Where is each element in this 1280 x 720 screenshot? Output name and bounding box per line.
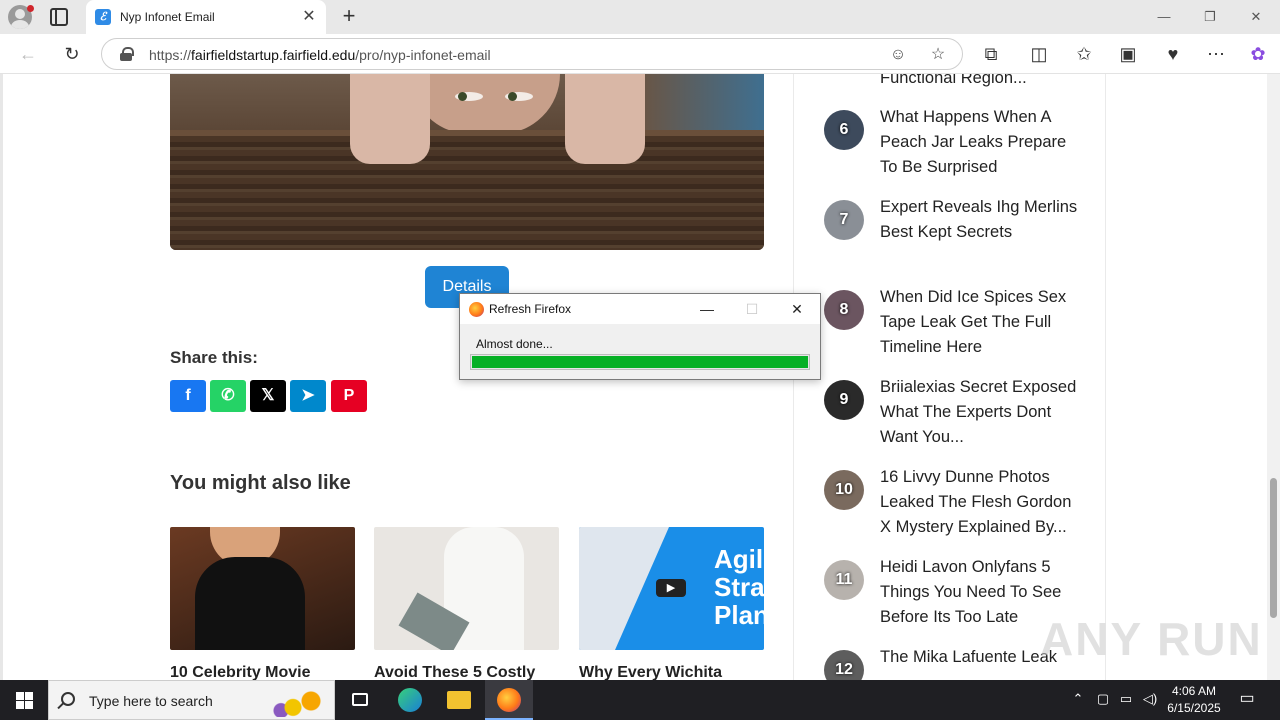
firefox-taskbar-icon[interactable] [485, 680, 533, 720]
collections-icon[interactable]: ▣ [1117, 43, 1139, 65]
rank-badge: 7 [824, 200, 864, 240]
rank-badge: 12 [824, 650, 864, 680]
sidebar-item-title[interactable]: Expert Reveals Ihg Merlins Best Kept Sec… [880, 195, 1080, 245]
related-card-title[interactable]: Why Every Wichita [579, 664, 722, 680]
whatsapp-share-button[interactable]: ✆ [210, 380, 246, 412]
trending-sidebar: Functional Region... 6 What Happens When… [793, 74, 1106, 680]
rank-badge: 10 [824, 470, 864, 510]
sidebar-item-title[interactable]: 16 Livvy Dunne Photos Leaked The Flesh G… [880, 465, 1080, 540]
split-screen-icon[interactable]: ◫ [1028, 43, 1050, 65]
refresh-icon[interactable]: ↻ [61, 43, 83, 65]
lock-icon[interactable] [120, 47, 134, 61]
tab-close-icon[interactable]: ✕ [300, 8, 318, 26]
dialog-titlebar[interactable]: Refresh Firefox — ☐ ✕ [460, 294, 820, 324]
rank-badge: 8 [824, 290, 864, 330]
progress-bar [470, 354, 810, 370]
tray-overflow-chevron-icon[interactable]: ⌃ [1069, 690, 1087, 708]
windows-taskbar: Type here to search ⌃ ▢ ▭ ◁) 4:06 AM 6/1… [0, 680, 1280, 720]
telegram-icon: ➤ [301, 387, 315, 404]
taskbar-date[interactable]: 6/15/2025 [1154, 701, 1234, 715]
new-tab-button[interactable]: + [338, 5, 360, 28]
whatsapp-icon: ✆ [221, 387, 235, 404]
related-section-title: You might also like [170, 472, 351, 494]
sidebar-item-title[interactable]: When Did Ice Spices Sex Tape Leak Get Th… [880, 285, 1080, 360]
extensions-icon[interactable]: ⧉ [980, 43, 1002, 65]
window-close-button[interactable]: ✕ [1245, 6, 1267, 28]
window-restore-button[interactable]: ❐ [1199, 6, 1221, 28]
tab-title: Nyp Infonet Email [120, 10, 215, 24]
scrollbar-thumb[interactable] [1270, 478, 1277, 618]
anyrun-watermark: ANY RUN [1040, 613, 1263, 665]
dialog-title: Refresh Firefox [489, 302, 572, 316]
related-card-image[interactable] [170, 527, 355, 650]
dialog-close-button[interactable]: ✕ [786, 298, 808, 320]
x-icon: 𝕏 [261, 387, 275, 404]
taskbar-search-placeholder: Type here to search [89, 693, 213, 709]
rank-badge: 9 [824, 380, 864, 420]
edge-taskbar-icon[interactable] [386, 680, 434, 720]
x-share-button[interactable]: 𝕏 [250, 380, 286, 412]
browser-toolbar: ← ↻ https://fairfieldstartup.fairfield.e… [0, 34, 1280, 74]
tray-device-icon[interactable]: ▢ [1094, 690, 1112, 708]
related-card-image[interactable] [374, 527, 559, 650]
window-minimize-button[interactable]: — [1153, 6, 1175, 28]
profile-notification-dot [27, 5, 34, 12]
search-icon [61, 692, 75, 706]
copilot-icon[interactable]: ✿ [1247, 43, 1269, 65]
rank-badge: 6 [824, 110, 864, 150]
share-title: Share this: [170, 348, 258, 367]
taskbar-search-box[interactable]: Type here to search [48, 680, 335, 720]
card-image-text: Agil Strateg Plan [714, 545, 764, 629]
address-bar[interactable]: https://fairfieldstartup.fairfield.edu/p… [101, 38, 963, 70]
dialog-status-text: Almost done... [476, 337, 553, 351]
task-view-icon[interactable] [336, 680, 384, 720]
pinterest-share-button[interactable]: P [331, 380, 367, 412]
tab-favicon-icon: ℰ [95, 9, 111, 25]
facebook-icon: f [185, 387, 191, 404]
refresh-firefox-dialog: Refresh Firefox — ☐ ✕ Almost done... [459, 293, 821, 380]
dialog-minimize-button[interactable]: — [696, 298, 718, 320]
browser-tab-bar: ℰ Nyp Infonet Email ✕ + — ❐ ✕ [0, 0, 1280, 34]
video-play-icon[interactable]: ▶ [656, 579, 686, 597]
hero-image [170, 74, 764, 250]
page-scrollbar[interactable] [1267, 74, 1280, 680]
telegram-share-button[interactable]: ➤ [290, 380, 326, 412]
notifications-icon[interactable]: ▭ [1238, 690, 1256, 708]
sidebar-item-title[interactable]: Briialexias Secret Exposed What The Expe… [880, 375, 1080, 450]
favorite-star-icon[interactable]: ☆ [928, 45, 948, 65]
reader-mode-icon[interactable]: ☺ [888, 45, 908, 65]
more-menu-icon[interactable]: ⋯ [1205, 43, 1227, 65]
sidebar-item-partial-title[interactable]: Functional Region... [880, 74, 1080, 91]
sidebar-item-title[interactable]: What Happens When A Peach Jar Leaks Prep… [880, 105, 1080, 180]
back-arrow-icon[interactable]: ← [17, 43, 39, 65]
browser-tab-active[interactable]: ℰ Nyp Infonet Email ✕ [86, 0, 326, 34]
facebook-share-button[interactable]: f [170, 380, 206, 412]
network-icon[interactable]: ▭ [1117, 690, 1135, 708]
related-card-title[interactable]: Avoid These 5 Costly [374, 664, 535, 680]
related-card-title[interactable]: 10 Celebrity Movie [170, 664, 311, 680]
tab-actions-icon[interactable] [50, 8, 68, 26]
rank-badge: 11 [824, 560, 864, 600]
file-explorer-icon[interactable] [435, 680, 483, 720]
related-card-image[interactable]: Agil Strateg Plan ▶ [579, 527, 764, 650]
firefox-icon [469, 302, 484, 317]
progress-bar-fill [472, 356, 808, 368]
pinterest-icon: P [343, 387, 355, 404]
windows-start-icon[interactable] [0, 680, 48, 720]
favorites-icon[interactable]: ✩ [1073, 43, 1095, 65]
dialog-maximize-button: ☐ [745, 301, 759, 317]
taskbar-time[interactable]: 4:06 AM [1154, 684, 1234, 698]
search-highlight-flowers-icon [269, 685, 329, 717]
url-text[interactable]: https://fairfieldstartup.fairfield.edu/p… [149, 47, 491, 63]
browser-essentials-icon[interactable]: ♥ [1162, 43, 1184, 65]
